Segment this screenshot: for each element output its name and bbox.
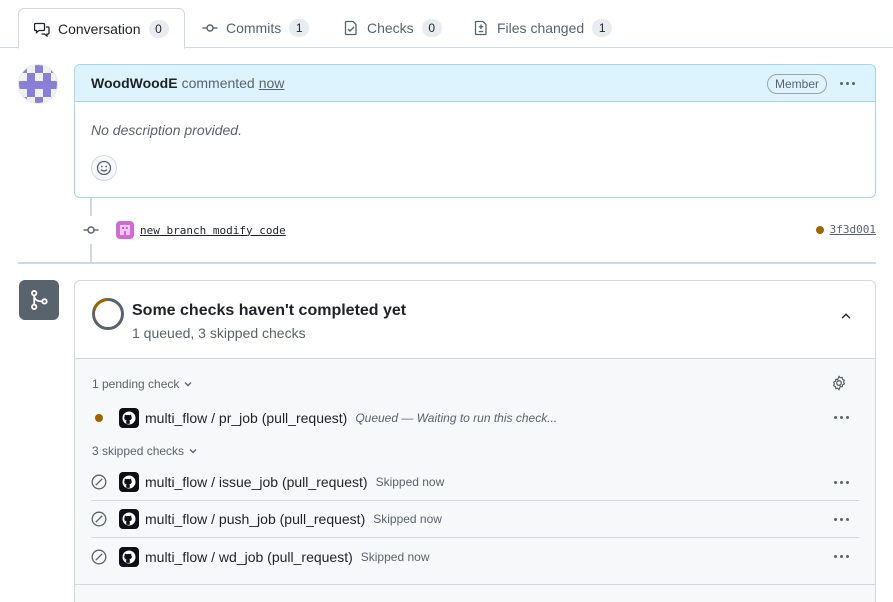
check-status-text: Skipped now — [360, 549, 430, 564]
pending-status-dot-icon — [815, 225, 824, 234]
git-merge-icon — [19, 280, 59, 320]
comment-body: No description provided. — [91, 122, 242, 138]
tab-label: Files changed — [497, 20, 585, 36]
github-actions-logo-icon — [119, 546, 139, 567]
author-avatar[interactable] — [18, 64, 58, 104]
pending-checks-label: 1 pending check — [92, 377, 180, 391]
add-reaction-button[interactable] — [91, 155, 117, 181]
commit-author-avatar[interactable] — [116, 221, 134, 239]
chevron-up-icon[interactable] — [839, 309, 853, 323]
timeline-divider — [18, 262, 876, 264]
comment-author-link[interactable]: WoodWoodE — [91, 75, 178, 91]
file-diff-icon — [473, 20, 489, 36]
check-options-kebab-icon[interactable] — [834, 555, 849, 558]
checks-merge-box: Some checks haven't completed yet 1 queu… — [74, 280, 876, 602]
check-status-text: Skipped now — [375, 475, 445, 489]
timeline-commit: new branch modify code 3f3d001 — [78, 216, 876, 244]
check-row-skipped[interactable]: multi_flow / push_job (pull_request) Ski… — [91, 501, 859, 538]
commit-message-link[interactable]: new branch modify code — [140, 224, 286, 237]
comment-action-text: commented — [181, 75, 255, 91]
skipped-icon — [91, 549, 107, 565]
pr-description-comment: WoodWoodE commented now Member No descri… — [74, 64, 876, 198]
github-actions-logo-icon — [119, 509, 139, 529]
skipped-checks-toggle[interactable]: 3 skipped checks — [92, 444, 199, 458]
git-commit-icon — [78, 217, 104, 243]
tab-files-changed[interactable]: Files changed 1 — [458, 8, 627, 48]
tab-label: Commits — [226, 20, 282, 36]
comment-timestamp-link[interactable]: now — [259, 75, 285, 91]
checks-section-divider — [75, 584, 875, 585]
github-actions-logo-icon — [119, 407, 139, 428]
tab-label: Conversation — [58, 20, 141, 37]
check-name-link[interactable]: multi_flow / issue_job (pull_request) — [145, 474, 368, 490]
tab-counter: 1 — [592, 19, 613, 37]
check-row-pending[interactable]: multi_flow / pr_job (pull_request) Queue… — [91, 399, 859, 436]
tab-checks[interactable]: Checks 0 — [328, 8, 457, 48]
checks-subtitle: 1 queued, 3 skipped checks — [132, 325, 306, 341]
member-badge: Member — [766, 74, 827, 94]
check-name-link[interactable]: multi_flow / wd_job (pull_request) — [145, 549, 353, 565]
pending-checks-toggle[interactable]: 1 pending check — [92, 377, 194, 391]
tab-counter: 0 — [421, 19, 442, 37]
checks-progress-ring-icon — [92, 297, 124, 330]
chevron-down-icon — [189, 449, 197, 454]
tab-label: Checks — [367, 20, 414, 36]
check-status-text: Skipped now — [373, 512, 442, 526]
tab-counter: 0 — [148, 19, 169, 38]
tab-conversation[interactable]: Conversation 0 — [18, 8, 185, 49]
checks-title: Some checks haven't completed yet — [132, 302, 407, 319]
commit-sha-link[interactable]: 3f3d001 — [815, 223, 876, 236]
check-options-kebab-icon[interactable] — [834, 481, 849, 484]
pr-tab-bar: Conversation 0 Commits 1 Checks 0 Files … — [0, 0, 893, 49]
check-status-text: Queued — Waiting to run this check... — [355, 410, 558, 425]
comment-discussion-icon — [34, 21, 50, 37]
skipped-checks-label: 3 skipped checks — [92, 444, 185, 458]
check-name-link[interactable]: multi_flow / push_job (pull_request) — [145, 511, 365, 527]
skipped-icon — [91, 474, 107, 490]
checks-summary-header: Some checks haven't completed yet 1 queu… — [75, 281, 875, 359]
tab-counter: 1 — [289, 19, 310, 37]
check-options-kebab-icon[interactable] — [834, 416, 849, 419]
tab-commits[interactable]: Commits 1 — [187, 8, 324, 48]
gear-icon[interactable] — [831, 375, 847, 391]
check-name-link[interactable]: multi_flow / pr_job (pull_request) — [145, 410, 347, 426]
github-actions-logo-icon — [119, 472, 139, 492]
comment-options-kebab-icon[interactable] — [840, 82, 855, 85]
comment-header: WoodWoodE commented now — [75, 65, 875, 102]
queued-status-dot-icon — [91, 410, 107, 426]
timeline-line — [90, 198, 92, 216]
timeline-line — [90, 244, 92, 262]
smiley-icon — [96, 160, 112, 176]
check-row-skipped[interactable]: multi_flow / issue_job (pull_request) Sk… — [91, 464, 859, 501]
commit-sha-text: 3f3d001 — [829, 223, 876, 236]
chevron-down-icon — [184, 382, 192, 387]
check-row-skipped[interactable]: multi_flow / wd_job (pull_request) Skipp… — [91, 538, 859, 575]
checklist-icon — [343, 20, 359, 36]
skipped-icon — [91, 511, 107, 527]
git-commit-icon — [202, 20, 218, 36]
check-options-kebab-icon[interactable] — [834, 518, 849, 521]
